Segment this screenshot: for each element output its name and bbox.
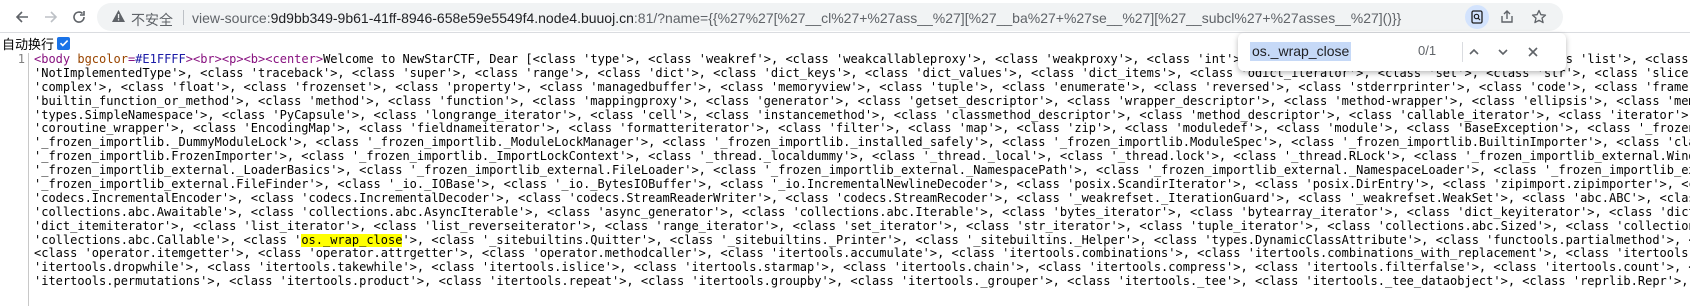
source-token: '_frozen_importlib_external.FileFinder'>… xyxy=(34,178,1690,192)
find-bar: os._wrap_close 0/1 xyxy=(1238,33,1566,71)
source-view: 1 <body bgcolor=#E1FFFF><br><p><b><cente… xyxy=(0,53,1690,306)
source-token: bgcolor xyxy=(77,53,128,66)
arrow-right-icon[interactable] xyxy=(38,4,64,30)
line-wrap-label[interactable]: 自动换行 xyxy=(2,34,54,53)
line-number: 1 xyxy=(17,53,25,66)
chevron-down-icon[interactable] xyxy=(1491,40,1515,64)
line-number-gutter: 1 xyxy=(0,53,29,306)
source-line: <class 'operator.itemgetter'>, <class 'o… xyxy=(34,247,1690,261)
chevron-up-icon[interactable] xyxy=(1462,40,1486,64)
source-token: 'codecs.IncrementalEncoder'>, <class 'co… xyxy=(34,191,1690,205)
url-scheme: view-source: xyxy=(192,10,271,26)
source-line: 'codecs.IncrementalEncoder'>, <class 'co… xyxy=(34,192,1690,206)
source-token: <center> xyxy=(265,53,324,66)
close-icon[interactable] xyxy=(1521,40,1545,64)
source-code: <body bgcolor=#E1FFFF><br><p><b><center>… xyxy=(34,53,1690,289)
source-token: 'collections.abc.Callable'>, <class ' xyxy=(34,233,302,247)
source-line: 'complex'>, <class 'float'>, <class 'fro… xyxy=(34,81,1690,95)
source-line: '_frozen_importlib._DummyModuleLock'>, <… xyxy=(34,136,1690,150)
source-token: 'itertools.permutations'>, <class 'itert… xyxy=(34,275,1690,289)
source-line: 'coroutine_wrapper'>, <class 'EncodingMa… xyxy=(34,122,1690,136)
source-token: 'types.SimpleNamespace'>, <class 'PyCaps… xyxy=(34,108,1690,122)
find-input[interactable]: os._wrap_close xyxy=(1250,42,1352,61)
source-line: 'itertools.permutations'>, <class 'itert… xyxy=(34,275,1690,289)
source-token: '_frozen_importlib.FrozenImporter'>, <cl… xyxy=(34,150,1690,164)
source-token: 'complex'>, <class 'float'>, <class 'fro… xyxy=(34,80,1690,94)
reload-icon[interactable] xyxy=(66,4,92,30)
source-line: 'collections.abc.Awaitable'>, <class 'co… xyxy=(34,206,1690,220)
source-line: '_frozen_importlib_external.FileFinder'>… xyxy=(34,178,1690,192)
source-line: 'collections.abc.Callable'>, <class 'os.… xyxy=(34,233,1690,248)
arrow-left-icon[interactable] xyxy=(9,4,35,30)
source-token: 'builtin_function_or_method'>, <class 'm… xyxy=(34,94,1690,108)
source-token: 'coroutine_wrapper'>, <class 'EncodingMa… xyxy=(34,122,1690,136)
source-token: '_frozen_importlib._DummyModuleLock'>, <… xyxy=(34,136,1690,150)
source-token: <body xyxy=(34,53,78,66)
source-token: 'collections.abc.Awaitable'>, <class 'co… xyxy=(34,205,1690,219)
source-token: <p> xyxy=(221,53,244,66)
find-in-page-icon[interactable] xyxy=(1465,5,1489,29)
source-line: 'builtin_function_or_method'>, <class 'm… xyxy=(34,95,1690,109)
source-line: 'itertools.dropwhile'>, <class 'itertool… xyxy=(34,261,1690,275)
security-status-label[interactable]: 不安全 xyxy=(131,10,173,30)
line-wrap-toggle[interactable]: 自动换行 xyxy=(0,34,71,53)
source-token: <br> xyxy=(192,53,222,66)
url-host: 9d9bb349-9b61-41ff-8946-658e59e5549f4.no… xyxy=(270,10,634,26)
warning-triangle-icon[interactable] xyxy=(111,9,126,28)
source-token: #E1FFFF xyxy=(135,53,186,66)
source-token: 'itertools.dropwhile'>, <class 'itertool… xyxy=(34,261,1690,275)
source-line: 'dict_itemiterator'>, <class 'list_itera… xyxy=(34,220,1690,234)
url-rest: :81/?name={{%27%27[%27__cl%27+%27ass__%2… xyxy=(633,10,1402,26)
find-match-highlight: os._wrap_close xyxy=(301,233,403,247)
omnibox-divider xyxy=(183,10,184,25)
star-icon[interactable] xyxy=(1527,5,1551,29)
source-token: <class 'operator.itemgetter'>, <class 'o… xyxy=(34,247,1690,261)
source-token: '_frozen_importlib_external._LoaderBasic… xyxy=(34,164,1690,178)
source-line: '_frozen_importlib.FrozenImporter'>, <cl… xyxy=(34,150,1690,164)
checkmark-icon xyxy=(59,40,68,47)
source-line: 'types.SimpleNamespace'>, <class 'PyCaps… xyxy=(34,109,1690,123)
url-text[interactable]: view-source:9d9bb349-9b61-41ff-8946-658e… xyxy=(192,10,1401,26)
source-token: 'dict_itemiterator'>, <class 'list_itera… xyxy=(34,219,1690,233)
find-match-count: 0/1 xyxy=(1418,43,1437,58)
source-line: '_frozen_importlib_external._LoaderBasic… xyxy=(34,164,1690,178)
browser-toolbar: 不安全 view-source:9d9bb349-9b61-41ff-8946-… xyxy=(0,0,1690,33)
source-token: '>, <class '_sitebuiltins.Quitter'>, <cl… xyxy=(402,233,1690,247)
line-wrap-checkbox[interactable] xyxy=(57,36,71,50)
share-icon[interactable] xyxy=(1495,5,1519,29)
source-token: <b> xyxy=(243,53,266,66)
address-bar[interactable]: 不安全 view-source:9d9bb349-9b61-41ff-8946-… xyxy=(97,3,1563,31)
source-token: > xyxy=(185,53,193,66)
